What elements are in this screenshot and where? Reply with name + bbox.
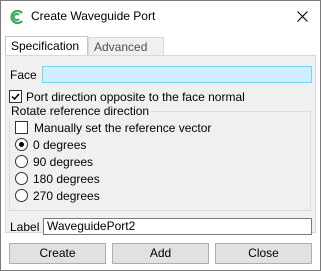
radio-270-degrees-label: 270 degrees — [33, 189, 100, 203]
checkmark-icon — [11, 93, 20, 101]
specification-panel: Face Port direction opposite to the face… — [5, 55, 316, 235]
manual-vector-label: Manually set the reference vector — [34, 121, 212, 135]
close-window-button[interactable] — [284, 1, 320, 32]
radio-90-degrees-label: 90 degrees — [33, 155, 94, 169]
close-icon — [296, 11, 308, 22]
window-title: Create Waveguide Port — [31, 9, 156, 23]
tab-specification[interactable]: Specification — [5, 36, 88, 56]
cst-logo-icon — [9, 9, 25, 25]
face-field[interactable] — [42, 66, 312, 83]
reference-direction-title: Rotate reference direction — [9, 104, 152, 118]
radio-180-degrees[interactable] — [15, 172, 28, 185]
title-bar: Create Waveguide Port — [1, 1, 320, 32]
tab-bar: Advanced Specification — [5, 36, 316, 56]
radio-180-degrees-label: 180 degrees — [33, 172, 100, 186]
radio-0-degrees[interactable] — [15, 138, 28, 151]
add-button[interactable]: Add — [112, 243, 209, 264]
radio-90-degrees[interactable] — [15, 155, 28, 168]
radio-270-degrees[interactable] — [15, 189, 28, 202]
opposite-direction-checkbox[interactable] — [9, 90, 22, 103]
dialog-window: Create Waveguide Port Advanced Specifica… — [0, 0, 321, 271]
radio-selected-dot — [19, 142, 24, 147]
create-button[interactable]: Create — [9, 243, 106, 264]
close-button[interactable]: Close — [215, 243, 312, 264]
face-label: Face — [10, 68, 37, 82]
manual-vector-checkbox[interactable] — [15, 121, 28, 134]
label-input[interactable]: WaveguidePort2 — [43, 218, 312, 235]
opposite-direction-label: Port direction opposite to the face norm… — [26, 90, 245, 104]
tab-advanced[interactable]: Advanced — [88, 37, 164, 56]
radio-0-degrees-label: 0 degrees — [33, 138, 87, 152]
label-field-label: Label — [10, 220, 40, 234]
